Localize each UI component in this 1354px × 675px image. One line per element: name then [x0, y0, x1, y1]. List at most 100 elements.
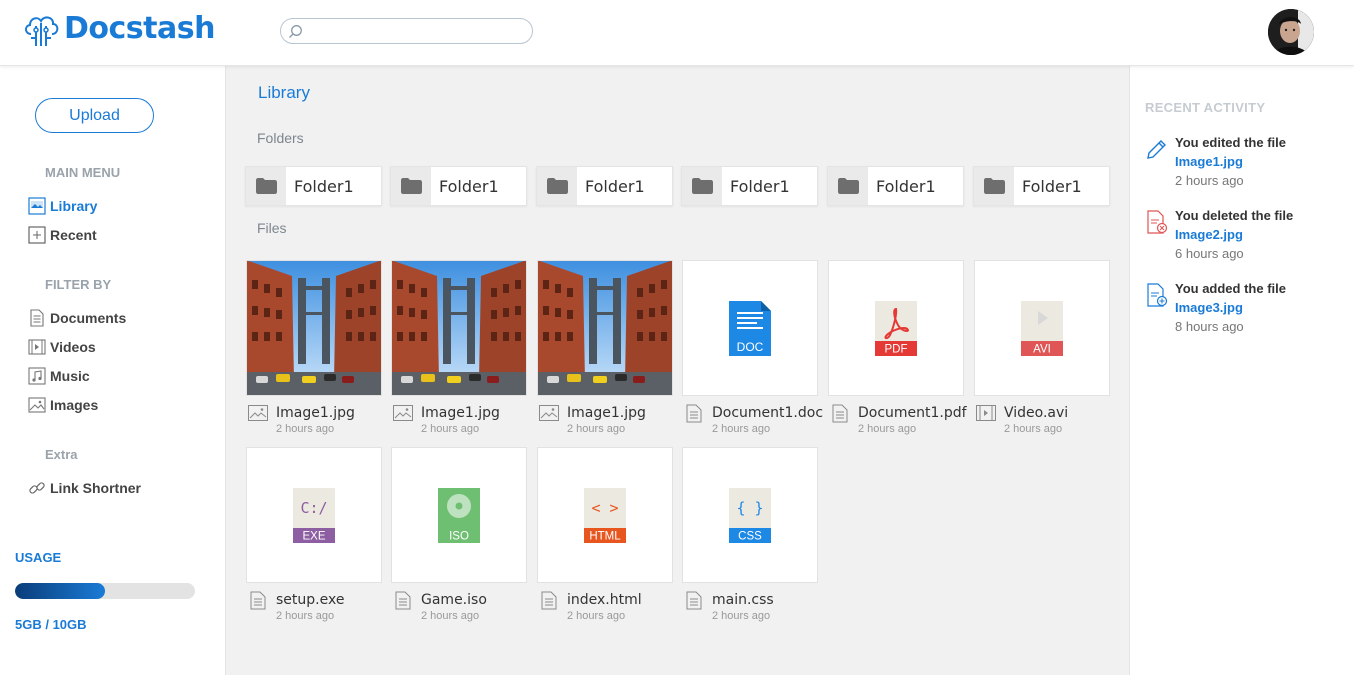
file-name[interactable]: Document1.doc [712, 405, 823, 421]
usage-progress-bar [15, 583, 195, 599]
folder-name: Folder1 [439, 176, 499, 196]
activity-time: 2 hours ago [1175, 173, 1244, 188]
filter-documents[interactable]: Documents [28, 308, 126, 328]
file-thumbnail[interactable]: < > HTML [537, 447, 673, 583]
image-file-icon [248, 404, 268, 422]
folder-icon [682, 167, 722, 205]
activity-file-link[interactable]: Image3.jpg [1175, 300, 1243, 315]
main-content: Library Folders Folder1 Folder1 Folder1 Fol… [225, 66, 1129, 675]
file-name[interactable]: index.html [567, 592, 642, 608]
file-item[interactable]: DOC Document1.doc 2 hours ago [682, 260, 823, 436]
document-file-icon [830, 404, 850, 422]
file-item[interactable]: Image1.jpg 2 hours ago [537, 260, 673, 436]
file-thumbnail[interactable]: AVI [974, 260, 1110, 396]
svg-text:AVI: AVI [1033, 343, 1051, 355]
filter-images[interactable]: Images [28, 395, 98, 415]
file-thumbnail[interactable] [391, 260, 527, 396]
main-menu-title: MAIN MENU [45, 165, 121, 180]
svg-text:< >: < > [591, 499, 618, 517]
filter-music[interactable]: Music [28, 366, 90, 386]
iso-file-icon: ISO [438, 487, 480, 543]
document-file-icon [539, 591, 559, 609]
video-file-icon [976, 404, 996, 422]
folder-item[interactable]: Folder1 [245, 166, 382, 206]
search-input[interactable] [307, 22, 527, 40]
folder-item[interactable]: Folder1 [536, 166, 673, 206]
usage-progress-fill [15, 583, 105, 599]
html-file-icon: < > HTML [584, 487, 626, 543]
brand-logo[interactable]: Docstash [22, 8, 215, 48]
search-box[interactable] [280, 18, 533, 44]
file-meta: main.css 2 hours ago [682, 583, 818, 623]
file-item[interactable]: PDF Document1.pdf 2 hours ago [828, 260, 967, 436]
upload-button[interactable]: Upload [35, 98, 154, 133]
file-delete-icon [1147, 210, 1168, 234]
image-icon [28, 396, 46, 414]
filter-videos[interactable]: Videos [28, 337, 96, 357]
svg-text:ISO: ISO [449, 530, 469, 542]
file-name[interactable]: Image1.jpg [276, 405, 355, 421]
sidebar-item-link-shortner[interactable]: Link Shortner [28, 478, 141, 498]
activity-file-link[interactable]: Image2.jpg [1175, 227, 1243, 242]
image-file-icon [539, 404, 559, 422]
file-name[interactable]: Game.iso [421, 592, 487, 608]
file-thumbnail[interactable]: DOC [682, 260, 818, 396]
file-meta: Image1.jpg 2 hours ago [246, 396, 382, 436]
brand-name: Docstash [64, 10, 215, 46]
file-item[interactable]: Image1.jpg 2 hours ago [246, 260, 382, 436]
file-name[interactable]: main.css [712, 592, 774, 608]
file-thumbnail[interactable]: PDF [828, 260, 964, 396]
file-thumbnail[interactable] [246, 260, 382, 396]
activity-file-link[interactable]: Image1.jpg [1175, 154, 1243, 169]
folder-name: Folder1 [876, 176, 936, 196]
file-name[interactable]: Document1.pdf [858, 405, 967, 421]
recent-icon [28, 226, 46, 244]
filter-by-title: FILTER BY [45, 277, 112, 292]
file-time: 2 hours ago [421, 610, 480, 622]
file-time: 2 hours ago [712, 610, 771, 622]
exe-file-icon: C:/ EXE [293, 487, 335, 543]
user-avatar[interactable] [1268, 9, 1314, 55]
file-thumbnail[interactable]: C:/ EXE [246, 447, 382, 583]
top-header: Docstash [0, 0, 1354, 66]
file-item[interactable]: AVI Video.avi 2 hours ago [974, 260, 1110, 436]
svg-text:{ }: { } [736, 499, 763, 517]
file-meta: Video.avi 2 hours ago [974, 396, 1110, 436]
folder-item[interactable]: Folder1 [390, 166, 527, 206]
image-thumbnail-photo [392, 261, 526, 395]
folder-name: Folder1 [294, 176, 354, 196]
folder-icon [974, 167, 1014, 205]
file-meta: Document1.doc 2 hours ago [682, 396, 823, 436]
user-photo [1268, 9, 1314, 55]
file-meta: Document1.pdf 2 hours ago [828, 396, 967, 436]
file-meta: Image1.jpg 2 hours ago [391, 396, 527, 436]
folders-section-title: Folders [257, 130, 304, 146]
file-name[interactable]: Video.avi [1004, 405, 1068, 421]
usage-title: USAGE [15, 550, 62, 565]
svg-text:DOC: DOC [737, 340, 764, 354]
file-item[interactable]: ISO Game.iso 2 hours ago [391, 447, 527, 623]
sidebar-item-label: Recent [50, 227, 97, 243]
folder-item[interactable]: Folder1 [681, 166, 818, 206]
recent-activity-panel: RECENT ACTIVITY You edited the file Imag… [1129, 66, 1354, 675]
file-thumbnail[interactable]: { } CSS [682, 447, 818, 583]
file-name[interactable]: Image1.jpg [421, 405, 500, 421]
file-thumbnail[interactable]: ISO [391, 447, 527, 583]
recent-activity-title: RECENT ACTIVITY [1145, 100, 1266, 115]
folder-item[interactable]: Folder1 [973, 166, 1110, 206]
sidebar-item-library[interactable]: Library [28, 196, 97, 216]
sidebar-item-recent[interactable]: Recent [28, 225, 97, 245]
file-item[interactable]: Image1.jpg 2 hours ago [391, 260, 527, 436]
file-item[interactable]: { } CSS main.css 2 hours ago [682, 447, 818, 623]
file-item[interactable]: < > HTML index.html 2 hours ago [537, 447, 673, 623]
filter-label: Documents [50, 310, 127, 326]
file-name[interactable]: Image1.jpg [567, 405, 646, 421]
file-name[interactable]: setup.exe [276, 592, 344, 608]
folder-item[interactable]: Folder1 [827, 166, 964, 206]
file-item[interactable]: C:/ EXE setup.exe 2 hours ago [246, 447, 382, 623]
file-thumbnail[interactable] [537, 260, 673, 396]
avi-file-icon: AVI [1021, 300, 1063, 356]
video-icon [28, 338, 46, 356]
folder-name: Folder1 [1022, 176, 1082, 196]
filter-label: Images [50, 397, 99, 413]
